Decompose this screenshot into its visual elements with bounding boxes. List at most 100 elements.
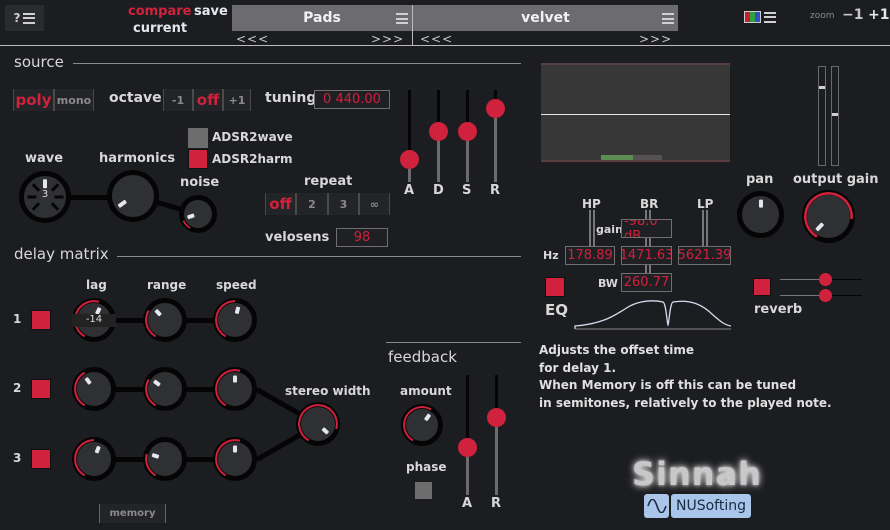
bank-next-button[interactable]: >>> xyxy=(371,32,404,46)
help-menu-button[interactable]: ? xyxy=(5,5,44,31)
phase-toggle[interactable] xyxy=(415,482,432,499)
feedback-divider xyxy=(386,342,521,343)
octave-label: octave xyxy=(109,90,162,106)
delay-3-range-knob[interactable] xyxy=(143,437,187,481)
reverb-slider-2[interactable] xyxy=(780,289,862,302)
output-gain-knob[interactable] xyxy=(802,190,855,243)
zoom-out-button[interactable]: −1 xyxy=(842,7,863,23)
octave-down-button[interactable]: -1 xyxy=(163,89,193,111)
octave-off-button[interactable]: off xyxy=(193,89,223,111)
reverb-label: reverb xyxy=(754,302,803,317)
help-text-line: in semitones, relatively to the played n… xyxy=(539,395,832,410)
feedback-a-slider[interactable] xyxy=(458,375,477,495)
feedback-a-label: A xyxy=(462,496,473,511)
preset-bank-selector[interactable]: Pads xyxy=(232,5,412,31)
mono-button[interactable]: mono xyxy=(54,89,94,111)
poly-button[interactable]: poly xyxy=(13,89,54,111)
octave-up-button[interactable]: +1 xyxy=(223,89,251,111)
slider-thumb[interactable] xyxy=(458,438,477,457)
knob-tick xyxy=(50,202,59,211)
delay-2-speed-knob[interactable] xyxy=(213,367,257,411)
hp-frequency-field[interactable]: 178.89 xyxy=(565,246,615,265)
preset-selector[interactable]: velvet xyxy=(413,5,678,31)
slider-thumb[interactable] xyxy=(429,122,448,142)
harmonics-knob[interactable] xyxy=(107,170,159,222)
slider-track xyxy=(466,375,469,447)
slider-thumb[interactable] xyxy=(400,150,419,169)
lag-value: -14 xyxy=(72,314,116,327)
envelope-r-slider[interactable] xyxy=(486,90,505,182)
repeat-infinite-button[interactable]: ∞ xyxy=(359,193,390,215)
company-logo: NUSofting xyxy=(644,494,751,518)
br-frequency-field[interactable]: 1471.63 xyxy=(621,246,672,265)
level-indicator xyxy=(601,155,633,160)
stereo-width-knob[interactable] xyxy=(296,402,340,446)
delay-3-speed-knob[interactable] xyxy=(213,437,257,481)
noise-knob[interactable] xyxy=(179,195,217,233)
wave-knob[interactable]: 3 xyxy=(19,171,71,223)
reverb-toggle[interactable] xyxy=(753,278,771,296)
envelope-d-slider[interactable] xyxy=(429,90,448,182)
gain-label: gain xyxy=(596,223,623,236)
adsr2wave-toggle[interactable] xyxy=(188,128,208,148)
delay-1-speed-knob[interactable] xyxy=(213,298,257,342)
lp-fader-track[interactable] xyxy=(702,210,708,248)
bw-field[interactable]: 260.77 xyxy=(621,273,672,292)
feedback-r-slider[interactable] xyxy=(487,375,506,495)
delay-2-lag-knob[interactable] xyxy=(72,367,116,411)
feedback-amount-knob[interactable] xyxy=(401,404,443,446)
adsr2harm-toggle[interactable] xyxy=(188,149,208,169)
delay-2-toggle[interactable] xyxy=(31,379,51,399)
color-theme-button[interactable] xyxy=(744,11,776,23)
delay-1-toggle[interactable] xyxy=(31,310,51,330)
preset-next-button[interactable]: >>> xyxy=(639,32,672,46)
bank-menu-icon[interactable] xyxy=(396,13,408,24)
bank-prev-button[interactable]: <<< xyxy=(236,32,269,46)
help-text-line: When Memory is off this can be tuned xyxy=(539,378,797,392)
hp-fader-track[interactable] xyxy=(589,210,595,248)
delay-3-toggle[interactable] xyxy=(31,449,51,469)
repeat-off-button[interactable]: off xyxy=(265,193,296,215)
reverb-slider-1[interactable] xyxy=(780,273,862,286)
slider-thumb[interactable] xyxy=(458,122,477,142)
delay-1-range-knob[interactable] xyxy=(143,298,187,342)
velosens-field[interactable]: 98 xyxy=(336,228,388,247)
lag-column-label: lag xyxy=(86,278,107,292)
eq-toggle[interactable] xyxy=(545,277,565,297)
slider-fill xyxy=(495,417,498,495)
tuning-field[interactable]: 0 440.00 xyxy=(314,90,390,109)
envelope-a-slider[interactable] xyxy=(400,90,419,182)
preset-menu-icon[interactable] xyxy=(662,13,674,24)
lp-frequency-field[interactable]: 5621.39 xyxy=(678,246,731,265)
harmonics-label: harmonics xyxy=(99,151,176,166)
delay-2-range-knob[interactable] xyxy=(143,367,187,411)
zoom-in-button[interactable]: +1 xyxy=(868,7,889,23)
knob-value-arc xyxy=(145,369,185,409)
delay-matrix-title: delay matrix xyxy=(14,245,109,263)
knob-pointer xyxy=(43,179,47,189)
slider-thumb[interactable] xyxy=(819,289,832,302)
save-button[interactable]: save xyxy=(194,4,228,19)
delay-1-lag-knob[interactable]: -14 xyxy=(72,298,116,342)
zoom-label: zoom xyxy=(810,11,835,21)
knob-tick xyxy=(31,202,40,211)
oscilloscope-display xyxy=(541,63,730,162)
source-section-title: source xyxy=(14,53,64,71)
memory-button[interactable]: memory xyxy=(99,504,166,523)
pan-knob[interactable] xyxy=(737,191,784,238)
slider-thumb[interactable] xyxy=(487,408,506,427)
repeat-2-button[interactable]: 2 xyxy=(296,193,328,215)
eq-label: EQ xyxy=(545,301,568,319)
eq-gain-field[interactable]: -98.0 dB xyxy=(621,219,672,238)
delay-3-lag-knob[interactable] xyxy=(72,437,116,481)
compare-button[interactable]: compare xyxy=(128,4,192,19)
pan-label: pan xyxy=(746,172,774,187)
knob-value-arc xyxy=(804,192,853,241)
slider-thumb[interactable] xyxy=(486,99,505,119)
slider-thumb[interactable] xyxy=(819,273,832,286)
amount-label: amount xyxy=(400,384,452,398)
current-button[interactable]: current xyxy=(133,21,187,36)
repeat-3-button[interactable]: 3 xyxy=(328,193,359,215)
envelope-s-slider[interactable] xyxy=(458,90,477,182)
preset-prev-button[interactable]: <<< xyxy=(420,32,453,46)
